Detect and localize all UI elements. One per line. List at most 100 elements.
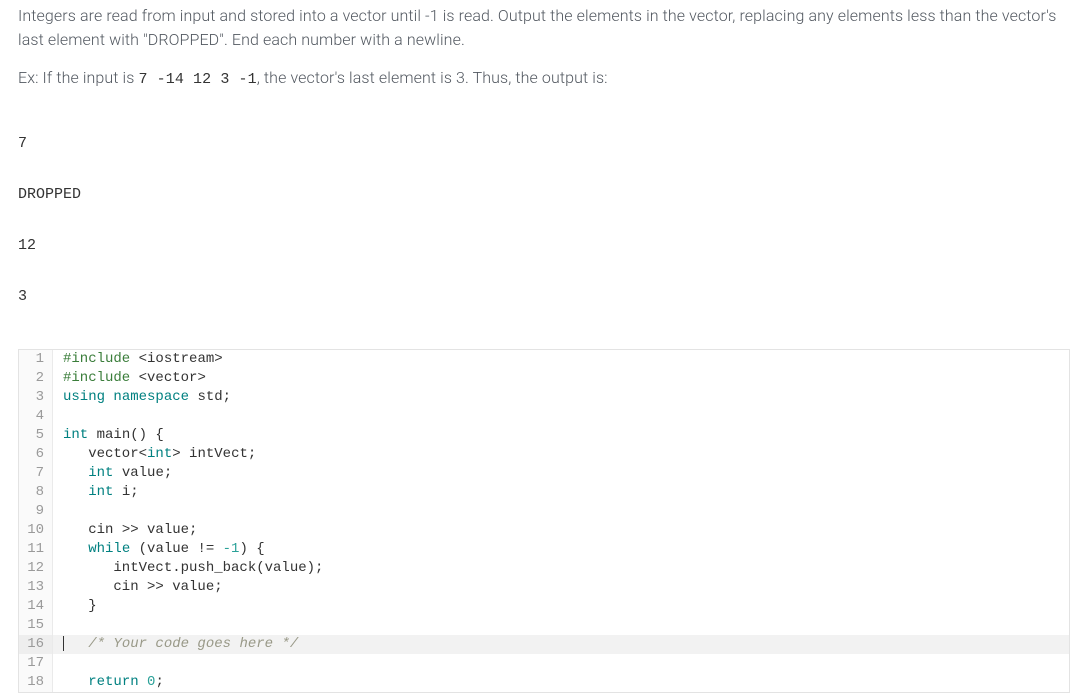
- code-content[interactable]: vector<int> intVect;: [53, 445, 1069, 464]
- token-kw: int: [88, 465, 113, 481]
- token-plain: [63, 484, 88, 500]
- code-content[interactable]: int value;: [53, 464, 1069, 483]
- example-input: 7 -14 12 3 -1: [138, 71, 256, 88]
- code-content[interactable]: return 0;: [53, 673, 1069, 692]
- line-number: 12: [19, 559, 53, 578]
- line-number: 3: [19, 388, 53, 407]
- code-content[interactable]: using namespace std;: [53, 388, 1069, 407]
- code-line[interactable]: 14 }: [19, 597, 1069, 616]
- line-number: 13: [19, 578, 53, 597]
- token-plain: ) {: [239, 541, 264, 557]
- code-line[interactable]: 11 while (value != -1) {: [19, 540, 1069, 559]
- token-plain: value;: [139, 522, 198, 538]
- token-plain: cin: [63, 522, 122, 538]
- token-op: <: [139, 370, 147, 386]
- code-line[interactable]: 3using namespace std;: [19, 388, 1069, 407]
- line-number: 10: [19, 521, 53, 540]
- token-plain: [130, 351, 138, 367]
- token-kw: int: [63, 427, 88, 443]
- line-number: 2: [19, 369, 53, 388]
- token-kw: int: [147, 446, 172, 462]
- problem-statement: Integers are read from input and stored …: [0, 0, 1088, 92]
- line-number: 4: [19, 407, 53, 426]
- token-kw: return: [88, 674, 138, 690]
- code-content[interactable]: [53, 616, 1069, 635]
- code-line[interactable]: 15: [19, 616, 1069, 635]
- line-number: 14: [19, 597, 53, 616]
- code-content[interactable]: [53, 654, 1069, 673]
- token-plain: value;: [164, 579, 223, 595]
- code-line[interactable]: 18 return 0;: [19, 673, 1069, 692]
- line-number: 18: [19, 673, 53, 692]
- code-content[interactable]: cin >> value;: [53, 521, 1069, 540]
- token-comment: /* Your code goes here */: [88, 636, 298, 652]
- line-number: 11: [19, 540, 53, 559]
- code-line[interactable]: 5int main() {: [19, 426, 1069, 445]
- code-content[interactable]: /* Your code goes here */: [53, 635, 1069, 654]
- code-content[interactable]: #include <iostream>: [53, 350, 1069, 369]
- line-number: 16: [19, 635, 53, 654]
- token-op: >>: [122, 522, 139, 538]
- token-op: >: [214, 351, 222, 367]
- code-line[interactable]: 7 int value;: [19, 464, 1069, 483]
- token-kw: int: [88, 484, 113, 500]
- token-plain: i;: [113, 484, 138, 500]
- code-line[interactable]: 1#include <iostream>: [19, 350, 1069, 369]
- token-plain: value;: [113, 465, 172, 481]
- code-content[interactable]: #include <vector>: [53, 369, 1069, 388]
- token-plain: [130, 370, 138, 386]
- code-content[interactable]: int main() {: [53, 426, 1069, 445]
- token-plain: main() {: [88, 427, 164, 443]
- token-kw: using: [63, 389, 105, 405]
- code-line[interactable]: 10 cin >> value;: [19, 521, 1069, 540]
- token-plain: vector: [147, 370, 197, 386]
- output-line: 12: [18, 233, 1070, 259]
- code-line[interactable]: 16 /* Your code goes here */: [19, 635, 1069, 654]
- code-content[interactable]: [53, 407, 1069, 426]
- code-line[interactable]: 4: [19, 407, 1069, 426]
- token-plain: }: [63, 598, 97, 614]
- token-plain: iostream: [147, 351, 214, 367]
- line-number: 1: [19, 350, 53, 369]
- code-content[interactable]: [53, 502, 1069, 521]
- code-line[interactable]: 9: [19, 502, 1069, 521]
- token-num: -1: [223, 541, 240, 557]
- token-op: >>: [147, 579, 164, 595]
- output-line: 7: [18, 131, 1070, 157]
- code-line[interactable]: 2#include <vector>: [19, 369, 1069, 388]
- token-plain: [63, 674, 88, 690]
- line-number: 9: [19, 502, 53, 521]
- token-plain: [63, 541, 88, 557]
- token-kw: namespace: [113, 389, 189, 405]
- code-content[interactable]: intVect.push_back(value);: [53, 559, 1069, 578]
- token-op: <: [139, 446, 147, 462]
- code-line[interactable]: 8 int i;: [19, 483, 1069, 502]
- token-kw: while: [88, 541, 130, 557]
- line-number: 17: [19, 654, 53, 673]
- code-content[interactable]: while (value != -1) {: [53, 540, 1069, 559]
- code-line[interactable]: 6 vector<int> intVect;: [19, 445, 1069, 464]
- code-content[interactable]: int i;: [53, 483, 1069, 502]
- code-line[interactable]: 17: [19, 654, 1069, 673]
- token-num: 0: [147, 674, 155, 690]
- token-plain: intVect;: [181, 446, 257, 462]
- line-number: 6: [19, 445, 53, 464]
- problem-example: Ex: If the input is 7 -14 12 3 -1, the v…: [18, 66, 1070, 92]
- line-number: 15: [19, 616, 53, 635]
- token-pre: #include: [63, 370, 130, 386]
- token-plain: vector: [63, 446, 139, 462]
- code-line[interactable]: 13 cin >> value;: [19, 578, 1069, 597]
- token-plain: [139, 674, 147, 690]
- code-editor[interactable]: 1#include <iostream>2#include <vector>3u…: [18, 349, 1070, 693]
- token-plain: [63, 465, 88, 481]
- line-number: 8: [19, 483, 53, 502]
- example-prefix: Ex: If the input is: [18, 68, 138, 87]
- code-content[interactable]: cin >> value;: [53, 578, 1069, 597]
- line-number: 5: [19, 426, 53, 445]
- token-plain: cin: [63, 579, 147, 595]
- code-content[interactable]: }: [53, 597, 1069, 616]
- token-op: >: [172, 446, 180, 462]
- expected-output: 7 DROPPED 12 3: [0, 106, 1088, 346]
- token-plain: [63, 636, 88, 652]
- code-line[interactable]: 12 intVect.push_back(value);: [19, 559, 1069, 578]
